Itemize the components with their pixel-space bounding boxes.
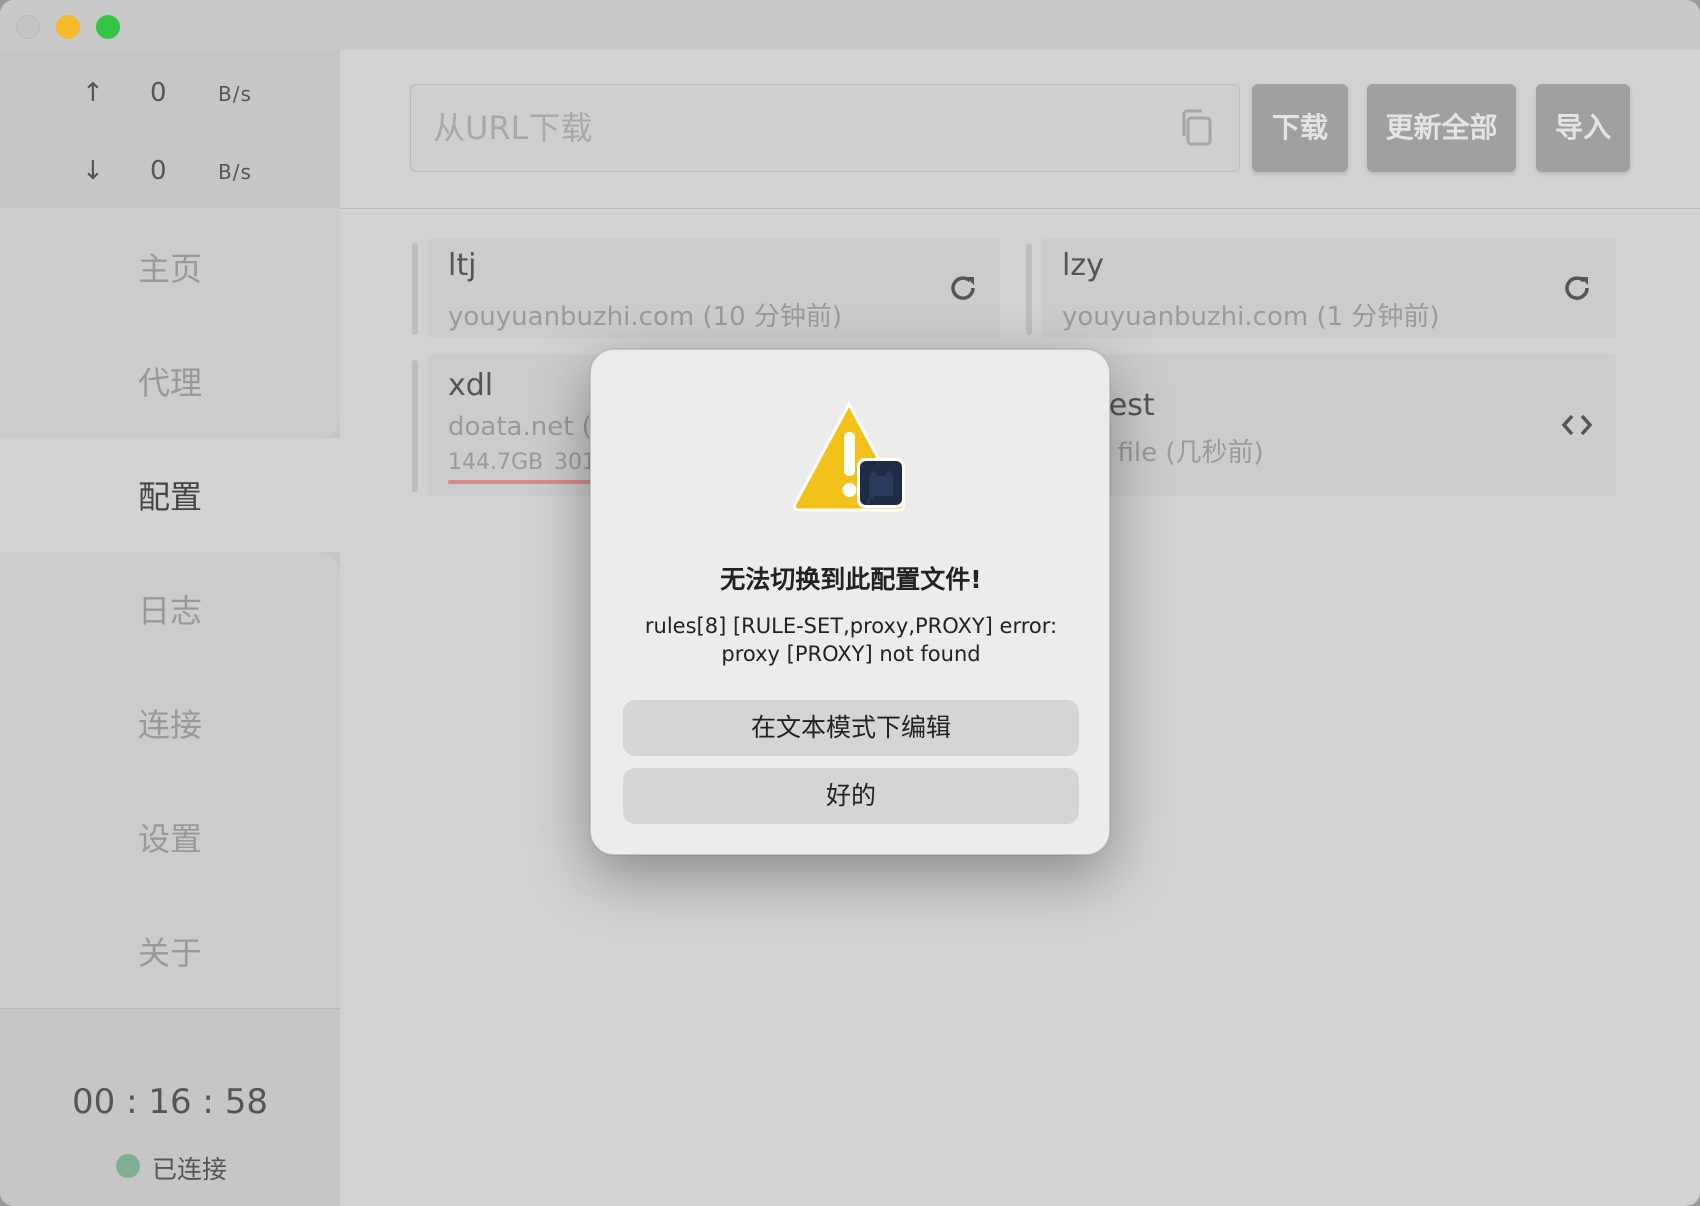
download-button[interactable]: 下载	[1252, 84, 1348, 172]
upload-speed-unit: B/s	[218, 82, 252, 106]
connection-status-label: 已连接	[152, 1155, 228, 1184]
dialog-message-line: proxy [PROXY] not found	[721, 642, 981, 666]
card-indicator-bar	[412, 360, 418, 492]
edit-in-text-mode-button[interactable]: 在文本模式下编辑	[623, 700, 1079, 756]
download-speed-value: 0	[150, 156, 167, 186]
profile-card-ltj[interactable]: ltj youyuanbuzhi.com (10 分钟前)	[428, 238, 1000, 338]
profile-source: youyuanbuzhi.com (1 分钟前)	[1062, 302, 1440, 332]
profile-card-test[interactable]: _test l file (几秒前)	[1042, 354, 1616, 496]
ok-button[interactable]: 好的	[623, 768, 1079, 824]
window-close-button[interactable]	[16, 15, 40, 39]
download-speed: ↓ 0 B/s	[0, 152, 340, 192]
sidebar-item-proxies[interactable]: 代理	[0, 358, 340, 404]
warning-icon	[793, 400, 905, 512]
sidebar: ↑ 0 B/s ↓ 0 B/s 主页 代理 配置 日志 连接 设置 关于	[0, 50, 340, 1206]
title-bar	[0, 0, 1700, 50]
sidebar-item-home[interactable]: 主页	[0, 244, 340, 290]
sidebar-item-logs[interactable]: 日志	[0, 586, 340, 632]
window-maximize-button[interactable]	[96, 15, 120, 39]
card-indicator-bar	[412, 243, 418, 335]
upload-speed-value: 0	[150, 78, 167, 108]
profile-source: l file (几秒前)	[1102, 438, 1264, 468]
upload-speed: ↑ 0 B/s	[0, 74, 340, 114]
dialog-title: 无法切换到此配置文件!	[720, 565, 982, 594]
dialog-message: rules[8] [RULE-SET,proxy,PROXY] error: p…	[621, 612, 1081, 668]
profile-card-lzy[interactable]: lzy youyuanbuzhi.com (1 分钟前)	[1042, 238, 1616, 338]
sidebar-item-about[interactable]: 关于	[0, 928, 340, 974]
sidebar-item-profiles[interactable]: 配置	[0, 472, 340, 518]
sidebar-item-connections[interactable]: 连接	[0, 700, 340, 746]
toolbar-divider	[340, 208, 1700, 209]
profile-name: ltj	[448, 248, 477, 283]
refresh-icon[interactable]	[1562, 273, 1592, 303]
app-window: ↑ 0 B/s ↓ 0 B/s 主页 代理 配置 日志 连接 设置 关于 00 …	[0, 0, 1700, 1206]
code-edit-icon[interactable]	[1560, 410, 1594, 440]
profile-source: youyuanbuzhi.com (10 分钟前)	[448, 302, 843, 332]
profile-traffic-used: 144.7GB	[448, 450, 544, 475]
paste-icon[interactable]	[1180, 108, 1214, 148]
error-alert-dialog: 无法切换到此配置文件! rules[8] [RULE-SET,proxy,PRO…	[590, 349, 1110, 855]
sidebar-item-settings[interactable]: 设置	[0, 814, 340, 860]
download-speed-unit: B/s	[218, 160, 252, 184]
connection-status-dot-icon	[116, 1154, 140, 1178]
card-indicator-bar	[1026, 243, 1032, 335]
refresh-icon[interactable]	[948, 273, 978, 303]
profile-source: doata.net (1	[448, 412, 609, 442]
download-arrow-icon: ↓	[82, 156, 104, 186]
window-minimize-button[interactable]	[56, 15, 80, 39]
profile-name: xdl	[448, 368, 494, 403]
import-button[interactable]: 导入	[1536, 84, 1630, 172]
dialog-message-line: rules[8] [RULE-SET,proxy,PROXY] error:	[644, 614, 1058, 638]
url-input[interactable]: 从URL下载	[410, 84, 1240, 172]
sidebar-bottom-divider	[0, 1008, 340, 1009]
uptime-timer: 00 : 16 : 58	[72, 1082, 268, 1122]
profile-name: lzy	[1062, 248, 1104, 283]
upload-arrow-icon: ↑	[82, 78, 104, 108]
update-all-button[interactable]: 更新全部	[1367, 84, 1516, 172]
